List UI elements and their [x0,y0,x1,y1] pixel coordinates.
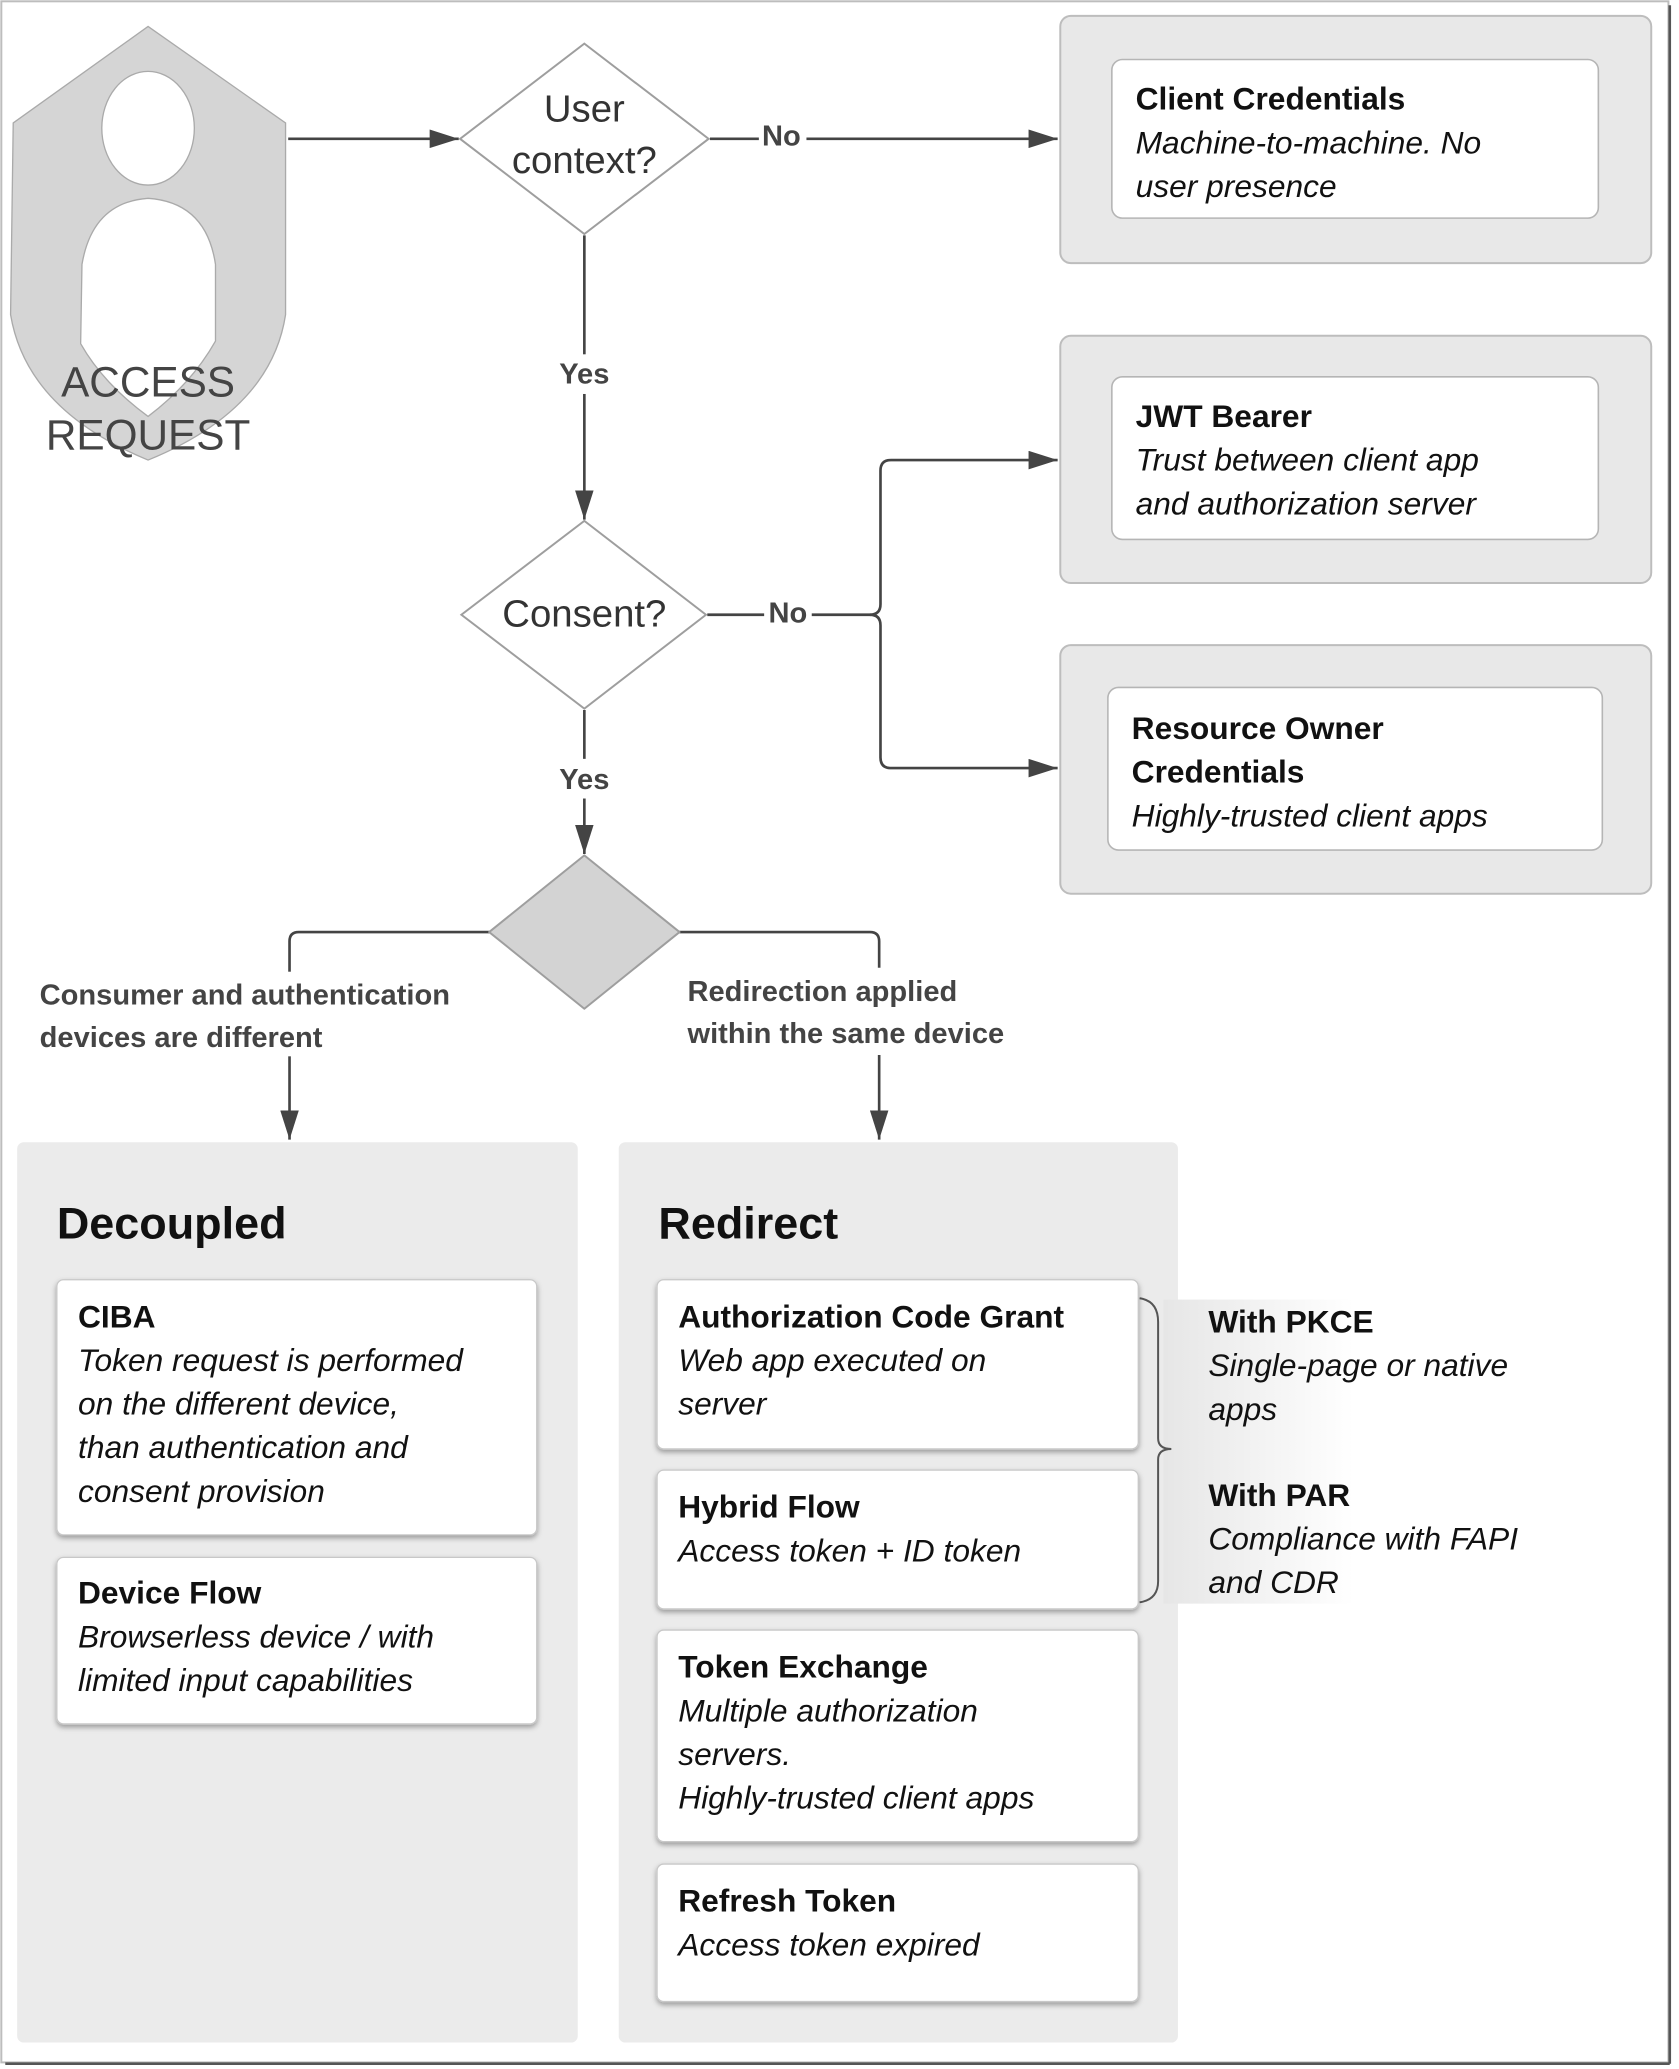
device-flow-desc-line1: Browserless device / with [78,1618,434,1654]
consent-yes-label: Yes [559,764,609,796]
with-pkce-desc-line1: Single-page or native [1208,1347,1508,1383]
ciba-desc-line1: Token request is performed [78,1342,464,1378]
authorization-code-grant-desc-line1: Web app executed on [678,1342,986,1378]
user-context-label-line1: User [544,88,625,131]
resource-owner-desc: Highly-trusted client apps [1132,797,1488,833]
user-context-no-label: No [762,120,801,152]
ciba-desc-line4: consent provision [78,1473,325,1509]
with-pkce-desc-line2: apps [1208,1391,1277,1427]
resource-owner-title-line2: Credentials [1132,754,1305,790]
client-credentials-desc-line1: Machine-to-machine. No [1136,124,1482,160]
with-par-desc-line1: Compliance with FAPI [1208,1520,1518,1556]
ciba-title: CIBA [78,1298,156,1334]
ciba-desc-line3: than authentication and [78,1429,409,1465]
resource-owner-title-line1: Resource Owner [1132,710,1384,746]
consent-label: Consent? [502,593,666,636]
decoupled-heading: Decoupled [57,1198,287,1249]
authorization-code-grant-desc-line2: server [678,1386,768,1422]
authorization-code-grant-title: Authorization Code Grant [678,1298,1064,1334]
jwt-bearer-title: JWT Bearer [1136,398,1312,434]
jwt-bearer-desc-line1: Trust between client app [1136,442,1479,478]
ciba-desc-line2: on the different device, [78,1386,399,1422]
redirect-heading: Redirect [658,1198,838,1249]
device-flow-desc-line2: limited input capabilities [78,1662,413,1698]
client-credentials-title: Client Credentials [1136,81,1406,117]
user-context-label-line2: context? [512,139,657,182]
consent-no-label: No [769,598,808,630]
redirect-condition-line1: Redirection applied [687,976,957,1008]
with-par-desc-line2: and CDR [1208,1564,1338,1600]
client-credentials-desc-line2: user presence [1136,168,1337,204]
token-exchange-desc-line1: Multiple authorization [678,1692,978,1728]
with-pkce-title: With PKCE [1208,1304,1373,1340]
decoupled-condition-line1: Consumer and authentication [40,980,450,1012]
access-request-label-line1: ACCESS [61,359,235,406]
token-exchange-desc-line2: servers. [678,1736,791,1772]
refresh-token-desc: Access token expired [676,1926,981,1962]
extensions-area [1163,1299,1587,1604]
with-par-title: With PAR [1208,1477,1350,1513]
jwt-bearer-desc-line2: and authorization server [1136,485,1478,521]
token-exchange-title: Token Exchange [678,1649,928,1685]
user-context-yes-label: Yes [559,358,609,390]
device-flow-title: Device Flow [78,1575,262,1611]
refresh-token-title: Refresh Token [678,1883,896,1919]
access-request-label-line2: REQUEST [46,411,250,458]
hybrid-flow-desc: Access token + ID token [676,1532,1021,1568]
redirect-condition-line2: within the same device [686,1018,1004,1050]
token-exchange-desc-line3: Highly-trusted client apps [678,1780,1034,1816]
decoupled-condition-line2: devices are different [40,1022,323,1054]
flow-diagram: ACCESS REQUEST User context? No Yes Clie… [0,0,1672,2066]
hybrid-flow-title: Hybrid Flow [678,1489,860,1525]
